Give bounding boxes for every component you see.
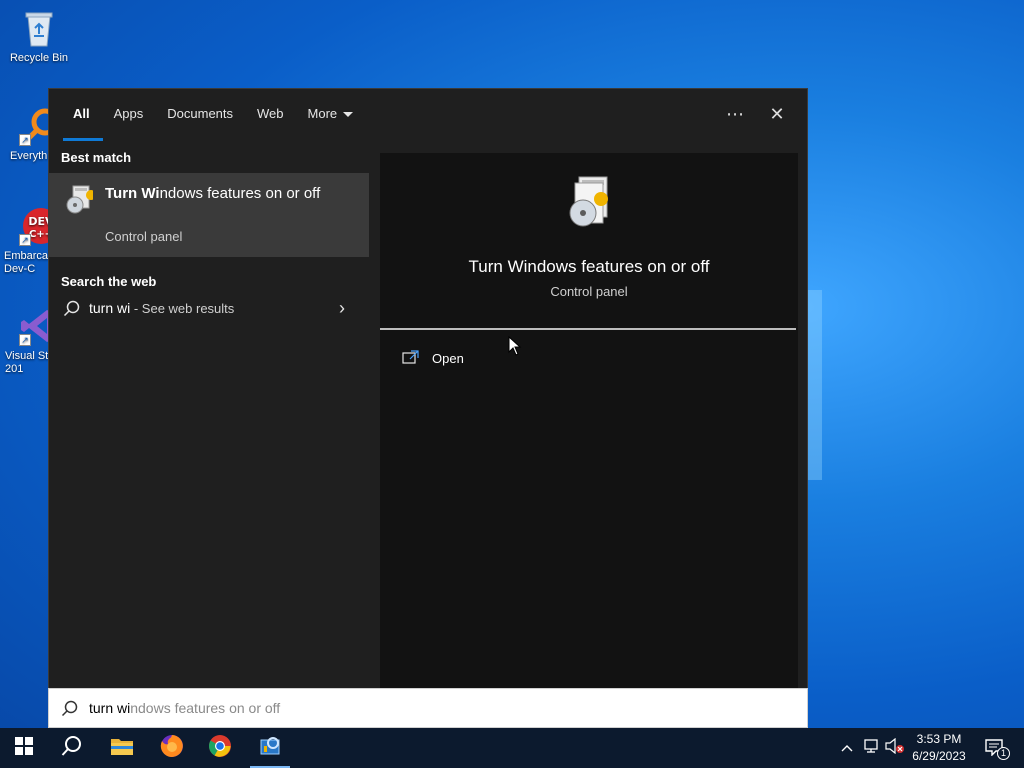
firefox-icon xyxy=(160,734,184,763)
open-external-icon xyxy=(402,349,420,370)
close-button[interactable]: ✕ xyxy=(759,99,795,131)
detail-title: Turn Windows features on or off xyxy=(468,257,710,276)
web-query-suffix: - See web results xyxy=(130,301,235,316)
taskbar-clock[interactable]: 3:53 PM 6/29/2023 xyxy=(906,731,972,765)
tab-all[interactable]: All xyxy=(61,89,103,141)
web-result-row[interactable]: turn wi - See web results › xyxy=(49,291,369,327)
chevron-right-icon[interactable]: › xyxy=(339,298,345,319)
volume-muted-icon xyxy=(885,737,905,759)
network-icon xyxy=(862,738,880,759)
search-icon xyxy=(63,300,81,323)
control-panel-icon xyxy=(258,734,282,763)
search-icon xyxy=(61,735,83,762)
tab-documents[interactable]: Documents xyxy=(155,89,245,141)
search-typed-text: turn wi xyxy=(89,700,131,716)
chevron-up-icon xyxy=(841,739,853,757)
search-input[interactable]: turn windows features on or off xyxy=(48,688,808,728)
open-action-button[interactable]: Open xyxy=(402,347,602,371)
folder-icon xyxy=(110,736,134,761)
more-options-button[interactable]: ⋯ xyxy=(717,99,753,131)
network-tray-button[interactable] xyxy=(860,728,882,768)
notification-icon: 1 xyxy=(984,738,1010,760)
open-action-label: Open xyxy=(432,351,464,366)
clock-time: 3:53 PM xyxy=(916,732,962,746)
desktop-icon-recycle-bin[interactable]: Recycle Bin xyxy=(0,8,78,65)
best-match-result[interactable]: Turn Windows features on or off Control … xyxy=(49,173,369,257)
best-match-heading: Best match xyxy=(61,150,132,165)
web-query-text: turn wi - See web results xyxy=(89,300,234,316)
tab-label: More xyxy=(307,106,338,121)
wallpaper-logo-glass xyxy=(808,290,822,480)
windows-features-icon xyxy=(565,175,613,231)
volume-tray-button[interactable] xyxy=(884,728,906,768)
search-button[interactable] xyxy=(48,728,96,768)
title-rest-part: ndows features on or off xyxy=(159,185,321,202)
clock-date: 6/29/2023 xyxy=(912,749,966,763)
tab-label: Apps xyxy=(113,106,144,121)
best-match-subtitle: Control panel xyxy=(105,229,183,244)
file-explorer-button[interactable] xyxy=(98,728,146,768)
best-match-title: Turn Windows features on or off xyxy=(105,184,325,204)
chrome-button[interactable] xyxy=(196,728,244,768)
tab-web[interactable]: Web xyxy=(245,89,296,141)
mouse-cursor-icon xyxy=(508,335,522,361)
title-match-part: Turn Wi xyxy=(105,185,160,202)
close-icon: ✕ xyxy=(769,104,785,124)
action-center-button[interactable]: 1 xyxy=(978,728,1012,768)
detail-pane: Turn Windows features on or off Control … xyxy=(380,153,798,689)
firefox-button[interactable] xyxy=(148,728,196,768)
search-autocomplete-hint: ndows features on or off xyxy=(130,700,281,716)
ellipsis-icon: ⋯ xyxy=(726,104,744,124)
taskbar: 3:53 PM 6/29/2023 1 xyxy=(0,728,1024,768)
results-list: Best match Turn Windows features on or o… xyxy=(49,141,379,689)
detail-divider xyxy=(380,328,796,330)
start-search-panel: All Apps Documents Web More ⋯ ✕ Best mat… xyxy=(48,88,808,728)
windows-features-icon xyxy=(65,185,96,215)
chevron-down-icon xyxy=(343,112,354,118)
windows-logo-icon xyxy=(15,736,33,760)
control-panel-button[interactable] xyxy=(246,728,294,768)
start-button[interactable] xyxy=(0,728,48,768)
notification-count-badge: 1 xyxy=(997,747,1010,760)
shortcut-arrow-icon: ↗ xyxy=(19,234,31,246)
shortcut-arrow-icon: ↗ xyxy=(19,334,31,346)
tab-label: Web xyxy=(257,106,284,121)
tab-more[interactable]: More xyxy=(296,89,366,141)
tab-label: Documents xyxy=(167,106,234,121)
search-icon xyxy=(61,700,79,723)
detail-subtitle: Control panel xyxy=(550,284,628,299)
web-query: turn wi xyxy=(89,300,131,316)
chrome-icon xyxy=(208,734,232,763)
recycle-bin-icon xyxy=(19,8,59,48)
search-filter-tabs: All Apps Documents Web More xyxy=(49,89,807,141)
desktop-icon-label: Recycle Bin xyxy=(9,52,69,64)
search-input-text: turn windows features on or off xyxy=(89,700,280,716)
shortcut-arrow-icon: ↗ xyxy=(19,134,31,146)
show-hidden-icons-button[interactable] xyxy=(838,728,856,768)
tab-apps[interactable]: Apps xyxy=(102,89,156,141)
tab-label: All xyxy=(73,106,90,121)
